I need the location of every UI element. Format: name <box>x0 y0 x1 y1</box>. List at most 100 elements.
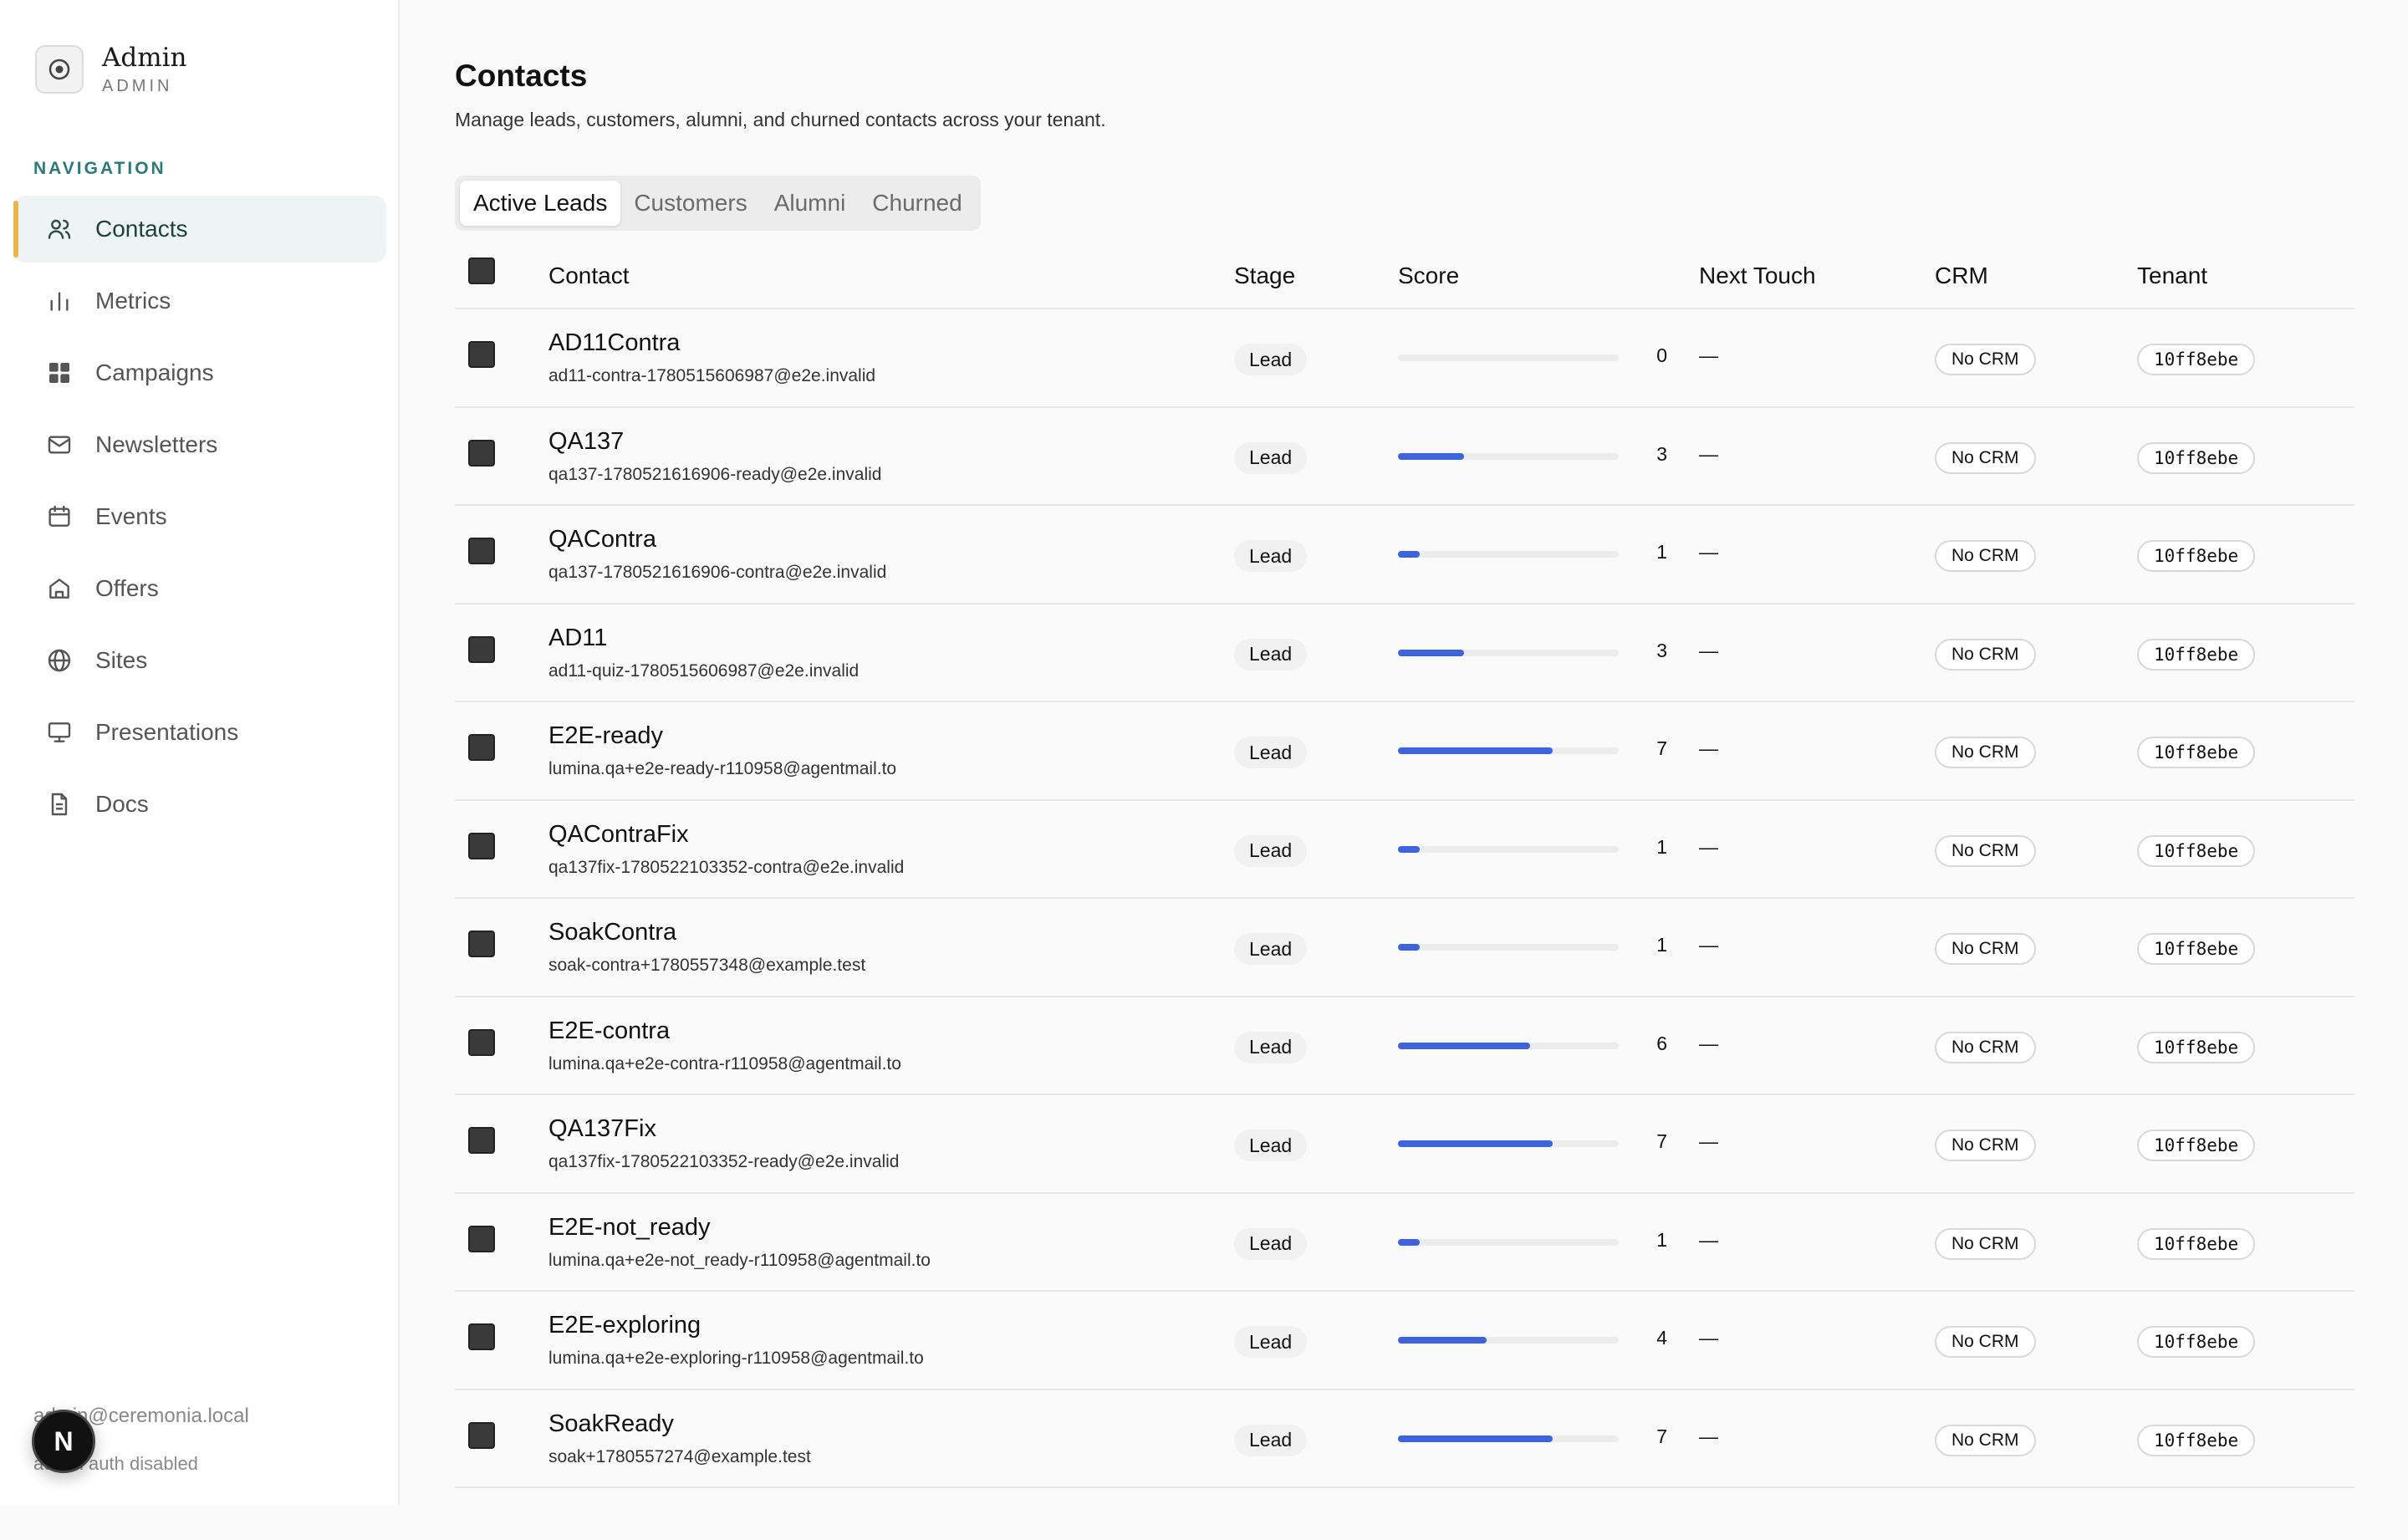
table-row[interactable]: QAContra qa137-1780521616906-contra@e2e.i… <box>455 506 2354 604</box>
stage-badge: Lead <box>1234 834 1308 867</box>
score-bar <box>1398 1042 1619 1049</box>
score-value: 7 <box>1656 1130 1667 1152</box>
column-header-tenant[interactable]: Tenant <box>2137 263 2207 289</box>
page-title: Contacts <box>455 59 588 93</box>
crm-badge: No CRM <box>1935 1130 2036 1161</box>
table-row[interactable]: SoakContra soak-contra+1780557348@example… <box>455 899 2354 997</box>
table-row[interactable]: QA137 qa137-1780521616906-ready@e2e.inval… <box>455 408 2354 506</box>
score-value: 7 <box>1656 1425 1667 1447</box>
contact-name[interactable]: QA137 <box>548 428 624 456</box>
contact-name[interactable]: AD11Contra <box>548 329 680 357</box>
sidebar-item-newsletters[interactable]: Newsletters <box>13 411 386 478</box>
column-header-contact[interactable]: Contact <box>548 263 630 289</box>
stage-badge: Lead <box>1234 1130 1308 1161</box>
row-checkbox[interactable] <box>468 832 495 859</box>
row-checkbox[interactable] <box>468 635 495 663</box>
tab-active-leads[interactable]: Active Leads <box>460 181 621 226</box>
grid-icon <box>45 359 74 387</box>
table-row[interactable]: QAContraFix qa137fix-1780522103352-contra… <box>455 801 2354 899</box>
select-all-checkbox[interactable] <box>468 258 495 284</box>
score-value: 1 <box>1656 835 1667 858</box>
tag-icon <box>45 574 74 603</box>
contact-name[interactable]: QAContraFix <box>548 821 689 849</box>
row-checkbox[interactable] <box>468 1323 495 1350</box>
brand-logo-icon <box>35 44 84 94</box>
sidebar-item-label: Docs <box>95 791 149 817</box>
sidebar-item-label: Metrics <box>95 288 171 314</box>
table-body: AD11Contra ad11-contra-1780515606987@e2e.… <box>455 309 2354 1488</box>
contact-name[interactable]: E2E-exploring <box>548 1312 701 1339</box>
contact-name[interactable]: QA137Fix <box>548 1115 656 1143</box>
score-bar-fill <box>1398 649 1465 656</box>
table-row[interactable]: E2E-exploring lumina.qa+e2e-exploring-r11… <box>455 1292 2354 1390</box>
crm-badge: No CRM <box>1935 1031 2036 1063</box>
column-header-crm[interactable]: CRM <box>1935 263 1988 289</box>
score-value: 4 <box>1656 1327 1667 1349</box>
sidebar-item-events[interactable]: Events <box>13 483 386 550</box>
sidebar-item-metrics[interactable]: Metrics <box>13 268 386 334</box>
sidebar-item-docs[interactable]: Docs <box>13 771 386 838</box>
brand[interactable]: Admin ADMIN <box>35 42 187 96</box>
stage-badge: Lead <box>1234 441 1308 474</box>
table-row[interactable]: E2E-not_ready lumina.qa+e2e-not_ready-r11… <box>455 1194 2354 1292</box>
score-bar <box>1398 747 1619 754</box>
contact-name[interactable]: E2E-ready <box>548 722 663 750</box>
score-value: 3 <box>1656 442 1667 465</box>
row-checkbox[interactable] <box>468 931 495 957</box>
row-checkbox[interactable] <box>468 1028 495 1056</box>
table-row[interactable]: QA137Fix qa137fix-1780522103352-ready@e2e… <box>455 1095 2354 1194</box>
contact-name[interactable]: AD11 <box>548 625 607 652</box>
sidebar-item-label: Sites <box>95 647 148 673</box>
score-bar <box>1398 1337 1619 1344</box>
column-header-next-touch[interactable]: Next Touch <box>1699 263 1816 289</box>
sidebar-item-presentations[interactable]: Presentations <box>13 699 386 766</box>
row-checkbox[interactable] <box>468 439 495 467</box>
row-checkbox[interactable] <box>468 734 495 761</box>
sidebar-item-label: Newsletters <box>95 431 218 457</box>
score-bar <box>1398 845 1619 853</box>
score-bar-fill <box>1398 845 1421 853</box>
row-checkbox[interactable] <box>468 1421 495 1449</box>
column-header-score[interactable]: Score <box>1398 263 1459 289</box>
tab-customers[interactable]: Customers <box>620 181 760 226</box>
table-row[interactable]: E2E-contra lumina.qa+e2e-contra-r110958@a… <box>455 997 2354 1095</box>
next-touch-value: — <box>1699 1425 1718 1447</box>
row-checkbox[interactable] <box>468 1225 495 1252</box>
score-bar <box>1398 1435 1619 1442</box>
next-touch-value: — <box>1699 541 1718 563</box>
tab-alumni[interactable]: Alumni <box>761 181 860 226</box>
table-row[interactable]: AD11 ad11-quiz-1780515606987@e2e.invalid L… <box>455 604 2354 702</box>
calendar-icon <box>45 502 74 531</box>
column-header-stage[interactable]: Stage <box>1234 263 1295 289</box>
tenant-badge: 10ff8ebe <box>2137 1424 2256 1456</box>
contact-name[interactable]: QAContra <box>548 526 656 553</box>
stage-badge: Lead <box>1234 1424 1308 1456</box>
contact-name[interactable]: E2E-not_ready <box>548 1214 710 1242</box>
table-row[interactable]: E2E-ready lumina.qa+e2e-ready-r110958@age… <box>455 702 2354 801</box>
score-bar <box>1398 452 1619 460</box>
contact-name[interactable]: SoakContra <box>548 919 676 946</box>
contact-email: soak+1780557274@example.test <box>548 1446 811 1466</box>
row-checkbox[interactable] <box>468 1127 495 1154</box>
sidebar-item-label: Offers <box>95 575 159 601</box>
contact-name[interactable]: SoakReady <box>548 1410 674 1438</box>
sidebar-item-campaigns[interactable]: Campaigns <box>13 339 386 406</box>
score-value: 0 <box>1656 344 1667 366</box>
contact-email: lumina.qa+e2e-not_ready-r110958@agentmai… <box>548 1250 931 1270</box>
tab-churned[interactable]: Churned <box>859 181 975 226</box>
tenant-badge: 10ff8ebe <box>2137 1031 2256 1063</box>
sidebar-item-sites[interactable]: Sites <box>13 627 386 694</box>
score-bar <box>1398 944 1619 951</box>
contact-email: ad11-contra-1780515606987@e2e.invalid <box>548 366 876 385</box>
tenant-badge: 10ff8ebe <box>2137 933 2256 965</box>
row-checkbox[interactable] <box>468 341 495 368</box>
sidebar-item-offers[interactable]: Offers <box>13 555 386 622</box>
crm-badge: No CRM <box>1935 344 2036 375</box>
row-checkbox[interactable] <box>468 538 495 564</box>
table-row[interactable]: AD11Contra ad11-contra-1780515606987@e2e.… <box>455 309 2354 408</box>
n-badge-button[interactable]: N <box>32 1410 95 1473</box>
table-row[interactable]: SoakReady soak+1780557274@example.test Lea… <box>455 1390 2354 1488</box>
score-bar-fill <box>1398 1337 1487 1344</box>
sidebar-item-contacts[interactable]: Contacts <box>13 196 386 263</box>
contact-name[interactable]: E2E-contra <box>548 1017 670 1045</box>
